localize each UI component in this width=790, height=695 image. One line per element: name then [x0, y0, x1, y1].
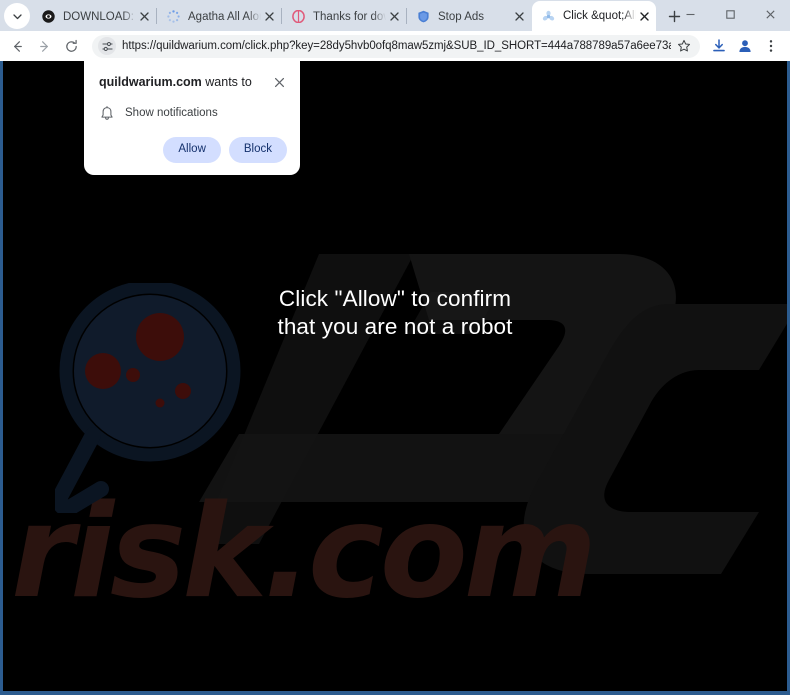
notification-permission-dialog[interactable]: quildwarium.com wants to Show notificati…	[84, 61, 300, 175]
back-button[interactable]	[4, 33, 31, 59]
browser-window: DOWNLOAD: Agatha All Alo Thanks for do S…	[0, 0, 790, 695]
tab-close-button[interactable]	[136, 9, 152, 25]
viewport-frame: risk.com Click "Allow" to confirm that y…	[0, 61, 790, 695]
browser-tab[interactable]: Stop Ads	[407, 2, 531, 31]
dark-circle-icon	[41, 9, 56, 24]
browser-toolbar: https://quildwarium.com/click.php?key=28…	[0, 31, 790, 61]
tab-strip: DOWNLOAD: Agatha All Alo Thanks for do S…	[0, 0, 790, 31]
arrow-left-icon	[14, 40, 22, 52]
profile-button[interactable]	[732, 33, 758, 59]
tune-sliders-icon[interactable]	[98, 37, 116, 55]
maximize-icon	[725, 10, 735, 19]
tab-title: Stop Ads	[438, 10, 485, 23]
window-controls	[670, 0, 790, 31]
profile-avatar-icon	[739, 40, 751, 52]
bell-icon	[99, 105, 115, 121]
tab-close-button[interactable]	[511, 9, 527, 25]
reload-icon	[66, 39, 77, 52]
tab-close-button[interactable]	[386, 9, 402, 25]
permission-dialog-close-button[interactable]	[272, 75, 287, 90]
window-minimize-button[interactable]	[670, 0, 710, 29]
bookmark-star-icon[interactable]	[674, 36, 694, 56]
tab-title: DOWNLOAD: Agatha	[63, 10, 136, 23]
minimize-icon	[686, 13, 694, 16]
three-dot-menu-icon	[769, 40, 773, 52]
permission-dialog-title: quildwarium.com wants to	[99, 74, 258, 90]
allow-button[interactable]: Allow	[163, 137, 221, 163]
light-blue-flower-icon	[541, 9, 556, 24]
permission-dialog-actions: Allow Block	[99, 137, 287, 163]
forward-button[interactable]	[31, 33, 58, 59]
loading-spinner-icon	[166, 9, 181, 24]
permission-label: Show notifications	[125, 107, 218, 119]
tab-title: Agatha All Along S0	[188, 10, 261, 23]
tab-search-button[interactable]	[4, 3, 30, 29]
pink-ring-icon	[291, 9, 306, 24]
risk-brand-watermark: risk.com	[11, 478, 597, 627]
window-maximize-button[interactable]	[710, 0, 750, 29]
browser-tab[interactable]: Thanks for download	[282, 2, 406, 31]
download-button[interactable]	[706, 33, 732, 59]
address-bar-url: https://quildwarium.com/click.php?key=28…	[122, 40, 671, 52]
address-bar[interactable]: https://quildwarium.com/click.php?key=28…	[92, 34, 700, 58]
permission-dialog-origin: quildwarium.com	[99, 75, 202, 89]
tab-close-button[interactable]	[636, 8, 652, 24]
block-button[interactable]: Block	[228, 137, 287, 163]
browser-tab[interactable]: DOWNLOAD: Agatha	[32, 2, 156, 31]
hero-line-1: Click "Allow" to confirm	[278, 286, 512, 311]
tabs-holder: DOWNLOAD: Agatha All Alo Thanks for do S…	[32, 0, 680, 31]
page-viewport: risk.com Click "Allow" to confirm that y…	[3, 61, 787, 691]
browser-tab[interactable]: Agatha All Along S0	[157, 2, 281, 31]
permission-request-row: Show notifications	[99, 105, 287, 121]
arrow-right-icon	[40, 40, 48, 52]
close-icon	[274, 77, 285, 88]
browser-tab-active[interactable]: Click &quot;Allow&q	[532, 1, 656, 31]
reload-button[interactable]	[58, 33, 85, 59]
close-icon	[765, 10, 775, 19]
blue-shield-icon	[416, 9, 431, 24]
download-icon	[713, 39, 725, 52]
permission-dialog-title-suffix: wants to	[201, 75, 252, 89]
chevron-down-icon	[12, 11, 23, 22]
tab-title: Thanks for download	[313, 10, 386, 23]
hero-line-2: that you are not a robot	[277, 314, 513, 339]
tab-close-button[interactable]	[261, 9, 277, 25]
permission-dialog-header: quildwarium.com wants to	[99, 74, 287, 90]
browser-menu-button[interactable]	[758, 33, 784, 59]
window-close-button[interactable]	[750, 0, 790, 29]
tab-title: Click &quot;Allow&q	[563, 10, 636, 22]
page-hero-text: Click "Allow" to confirm that you are no…	[3, 285, 787, 341]
